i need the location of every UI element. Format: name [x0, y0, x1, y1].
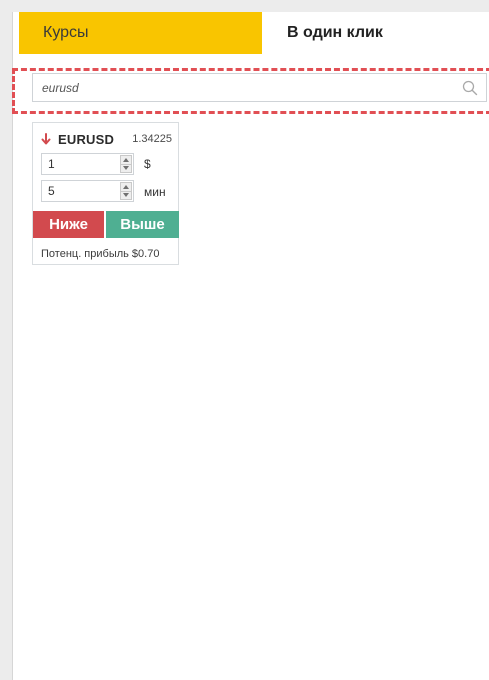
binary-options-panel: Курсы В один клик EURUSD 1.34225: [0, 0, 489, 680]
potential-profit: Потенц. прибыль $0.70: [41, 248, 160, 260]
asset-card: EURUSD 1.34225 $: [32, 122, 179, 265]
amount-unit: $: [144, 157, 151, 171]
duration-input[interactable]: [48, 181, 114, 201]
top-border: [12, 0, 489, 12]
search-icon[interactable]: [462, 80, 478, 96]
lower-button[interactable]: Ниже: [33, 211, 104, 238]
asset-header: EURUSD 1.34225: [41, 130, 172, 148]
search-box: [32, 73, 487, 102]
search-input[interactable]: [42, 74, 442, 101]
amount-stepper: [41, 153, 134, 175]
asset-symbol: EURUSD: [58, 131, 115, 147]
duration-spinner: [120, 182, 132, 200]
tab-rates[interactable]: Курсы: [19, 12, 262, 54]
chevron-down-icon: [123, 166, 129, 171]
amount-spinner: [120, 155, 132, 173]
duration-unit: мин: [144, 185, 166, 199]
tab-one-click-label: В один клик: [287, 24, 383, 41]
tab-one-click[interactable]: В один клик: [262, 12, 489, 54]
amount-decrement-button[interactable]: [120, 164, 132, 173]
arrow-down-icon: [41, 133, 51, 145]
chevron-down-icon: [123, 193, 129, 198]
duration-decrement-button[interactable]: [120, 191, 132, 200]
asset-price: 1.34225: [132, 133, 172, 145]
amount-input[interactable]: [48, 154, 114, 174]
amount-increment-button[interactable]: [120, 155, 132, 165]
duration-increment-button[interactable]: [120, 182, 132, 192]
chevron-up-icon: [123, 184, 129, 189]
tab-rates-label: Курсы: [43, 24, 89, 41]
higher-button[interactable]: Выше: [106, 211, 179, 238]
chevron-up-icon: [123, 157, 129, 162]
duration-stepper: [41, 180, 134, 202]
